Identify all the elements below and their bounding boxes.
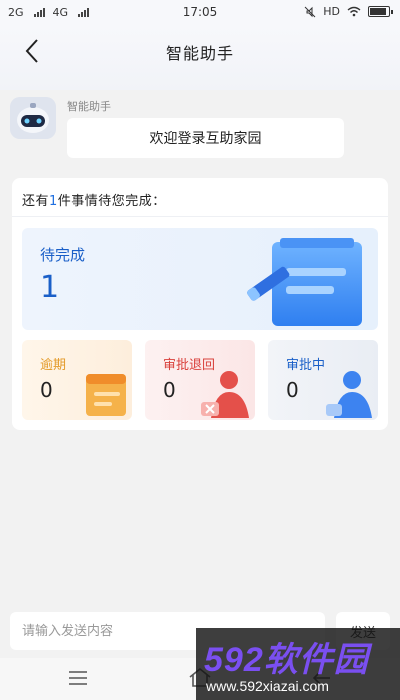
watermark-overlay: 592软件园 www.592xiazai.com — [196, 628, 400, 700]
status-bar: 2G 4G 17:05 HD — [0, 0, 400, 26]
clipboard-icon — [247, 238, 362, 326]
task-header: 还有1件事情待您完成： — [22, 190, 166, 209]
in-review-tile[interactable]: 审批中 0 — [268, 340, 378, 420]
task-summary-card: 还有1件事情待您完成： 待完成 1 逾期 0 审批退回 0 审批中 0 — [12, 178, 388, 430]
assistant-avatar — [10, 97, 56, 139]
robot-icon — [10, 97, 56, 139]
pending-count: 1 — [40, 270, 60, 305]
page-title: 智能助手 — [165, 44, 234, 63]
battery-icon — [368, 6, 393, 17]
watermark-logo: 592软件园 — [204, 641, 369, 679]
hd-label: HD — [323, 5, 340, 18]
pending-tasks-tile[interactable]: 待完成 1 — [22, 228, 378, 330]
overdue-label: 逾期 — [40, 358, 67, 373]
mute-icon — [304, 6, 316, 17]
watermark-url: www.592xiazai.com — [206, 678, 329, 694]
task-header-suffix: 件事情待您完成： — [57, 194, 166, 209]
divider — [12, 216, 388, 217]
task-header-count: 1 — [49, 194, 58, 209]
user-review-icon — [326, 371, 372, 418]
calendar-icon — [86, 374, 126, 416]
user-reject-icon — [201, 371, 249, 418]
nav-bar: 智能助手 — [0, 26, 400, 90]
rejected-count: 0 — [163, 378, 176, 402]
pending-label: 待完成 — [40, 246, 86, 264]
overdue-count: 0 — [40, 378, 53, 402]
sender-name: 智能助手 — [67, 100, 111, 113]
overdue-tile[interactable]: 逾期 0 — [22, 340, 132, 420]
in-review-count: 0 — [286, 378, 299, 402]
welcome-message: 欢迎登录互助家园 — [67, 118, 344, 158]
task-header-prefix: 还有 — [22, 194, 50, 209]
wifi-icon — [347, 6, 361, 17]
menu-icon[interactable] — [68, 670, 88, 686]
rejected-tile[interactable]: 审批退回 0 — [145, 340, 255, 420]
